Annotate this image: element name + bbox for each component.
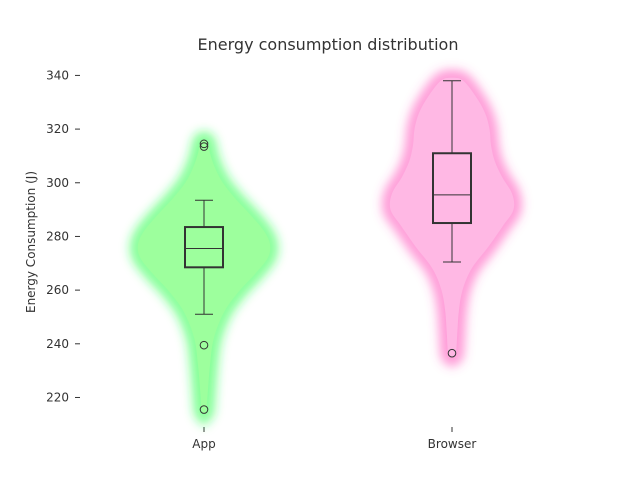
violin-group-browser [381,69,523,368]
violin-chart: Energy consumption distribution Energy C… [24,35,523,451]
x-tick-label: App [192,437,215,451]
chart-title: Energy consumption distribution [198,35,459,54]
y-tick-label: 300 [46,176,69,190]
y-tick-label: 340 [46,68,69,82]
y-axis: 220 240 260 280 300 320 340 [46,68,80,404]
y-axis-label: Energy Consumption (J) [24,171,38,313]
plot-area [129,69,523,427]
violin-group-app [129,131,279,427]
y-tick-label: 280 [46,229,69,243]
x-tick-label: Browser [428,437,477,451]
y-tick-label: 220 [46,390,69,404]
y-tick-label: 240 [46,337,69,351]
y-tick-label: 320 [46,122,69,136]
chart-container: Energy consumption distribution Energy C… [0,0,640,480]
x-axis: App Browser [192,427,476,451]
y-tick-label: 260 [46,283,69,297]
